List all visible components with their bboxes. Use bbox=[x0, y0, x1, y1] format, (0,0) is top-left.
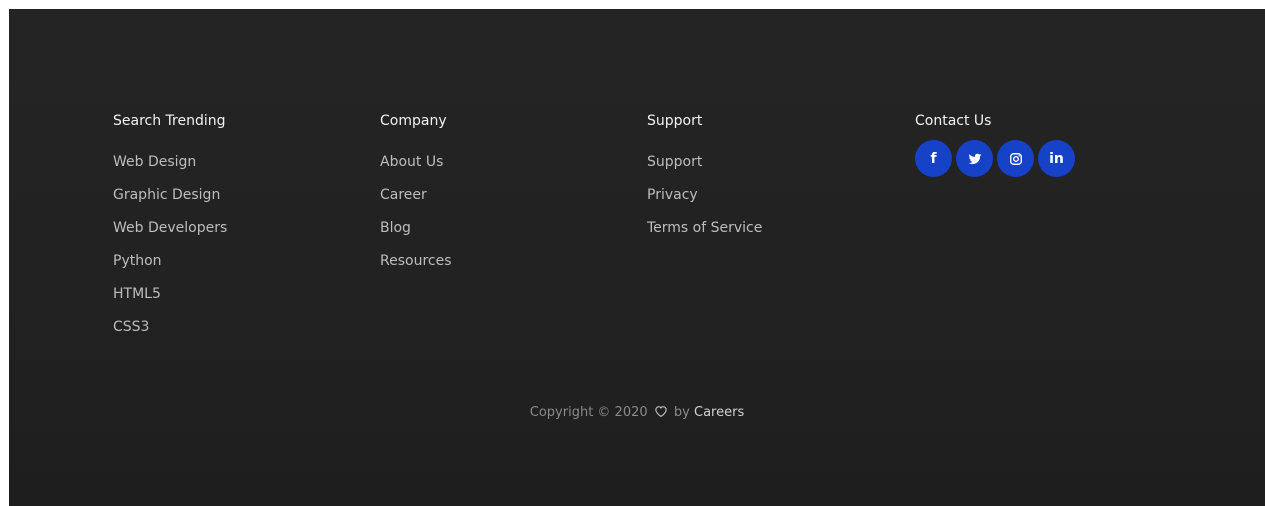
list-item: Graphic Design bbox=[113, 185, 227, 218]
link-list: Support Privacy Terms of Service bbox=[647, 152, 762, 251]
list-item: Career bbox=[380, 185, 452, 218]
link-privacy[interactable]: Privacy bbox=[647, 187, 698, 203]
column-title: Search Trending bbox=[113, 113, 226, 129]
column-title: Company bbox=[380, 113, 447, 129]
column-title: Contact Us bbox=[915, 113, 992, 129]
link-blog[interactable]: Blog bbox=[380, 220, 411, 236]
link-css3[interactable]: CSS3 bbox=[113, 319, 149, 335]
link-list: Web Design Graphic Design Web Developers… bbox=[113, 152, 227, 350]
link-terms-of-service[interactable]: Terms of Service bbox=[647, 220, 762, 236]
footer-column-company: Company About Us Career Blog Resources bbox=[380, 112, 452, 284]
heart-icon bbox=[655, 406, 667, 417]
list-item: CSS3 bbox=[113, 317, 227, 350]
instagram-icon bbox=[1009, 152, 1022, 165]
copyright-prefix: Copyright © 2020 bbox=[529, 405, 648, 420]
link-html5[interactable]: HTML5 bbox=[113, 286, 161, 302]
link-resources[interactable]: Resources bbox=[380, 253, 452, 269]
link-support[interactable]: Support bbox=[647, 154, 702, 170]
link-python[interactable]: Python bbox=[113, 253, 162, 269]
link-web-design[interactable]: Web Design bbox=[113, 154, 196, 170]
link-career[interactable]: Career bbox=[380, 187, 427, 203]
list-item: Privacy bbox=[647, 185, 762, 218]
list-item: Python bbox=[113, 251, 227, 284]
link-about-us[interactable]: About Us bbox=[380, 154, 443, 170]
twitter-button[interactable] bbox=[956, 140, 993, 177]
social-links: f in bbox=[915, 140, 1075, 189]
footer-column-contact-us: Contact Us f in bbox=[915, 112, 1075, 189]
twitter-icon bbox=[968, 153, 981, 164]
site-footer: Search Trending Web Design Graphic Desig… bbox=[9, 9, 1265, 506]
list-item: Terms of Service bbox=[647, 218, 762, 251]
list-item: Blog bbox=[380, 218, 452, 251]
copyright-text: Copyright © 2020 by Careers bbox=[9, 405, 1265, 420]
footer-column-support: Support Support Privacy Terms of Service bbox=[647, 112, 762, 251]
link-graphic-design[interactable]: Graphic Design bbox=[113, 187, 220, 203]
list-item: Web Design bbox=[113, 152, 227, 185]
link-web-developers[interactable]: Web Developers bbox=[113, 220, 227, 236]
linkedin-icon: in bbox=[1049, 150, 1064, 167]
list-item: HTML5 bbox=[113, 284, 227, 317]
list-item: Resources bbox=[380, 251, 452, 284]
instagram-button[interactable] bbox=[997, 140, 1034, 177]
list-item: Support bbox=[647, 152, 762, 185]
footer-column-search-trending: Search Trending Web Design Graphic Desig… bbox=[113, 112, 227, 350]
brand-link[interactable]: Careers bbox=[694, 405, 744, 420]
facebook-button[interactable]: f bbox=[915, 140, 952, 177]
copyright-by: by bbox=[673, 405, 690, 420]
column-title: Support bbox=[647, 113, 703, 129]
list-item: About Us bbox=[380, 152, 452, 185]
link-list: About Us Career Blog Resources bbox=[380, 152, 452, 284]
facebook-icon: f bbox=[930, 150, 937, 167]
linkedin-button[interactable]: in bbox=[1038, 140, 1075, 177]
list-item: Web Developers bbox=[113, 218, 227, 251]
